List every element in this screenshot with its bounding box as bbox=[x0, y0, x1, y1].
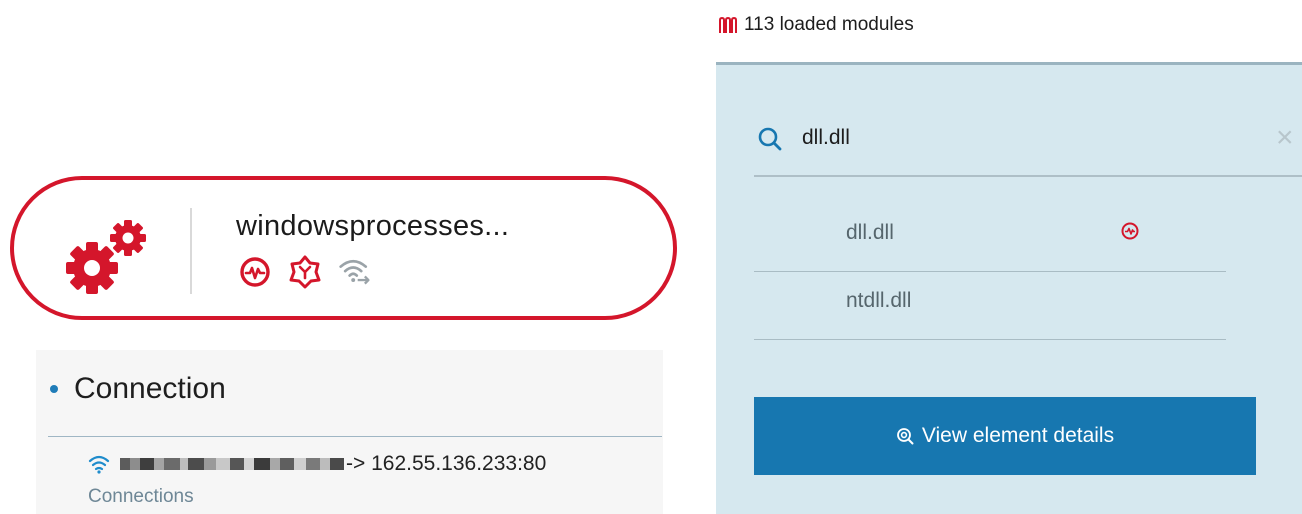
connection-heading: Connection bbox=[46, 372, 226, 406]
wifi-icon bbox=[88, 455, 110, 474]
process-card[interactable]: windowsprocesses... bbox=[10, 176, 677, 320]
module-list-item[interactable]: ntdll.dll bbox=[754, 271, 1226, 340]
activity-icon[interactable] bbox=[1120, 221, 1140, 241]
modules-icon bbox=[719, 16, 737, 33]
view-element-details-button[interactable]: View element details bbox=[754, 397, 1256, 475]
connection-row[interactable]: -> 162.55.136.233:80 bbox=[88, 452, 546, 476]
connection-title: Connection bbox=[74, 372, 226, 405]
bullet bbox=[50, 385, 58, 393]
module-search: × bbox=[754, 119, 1302, 159]
threat-shield-icon[interactable] bbox=[288, 255, 322, 289]
gears-icon bbox=[66, 220, 146, 294]
clear-search-icon[interactable]: × bbox=[1276, 123, 1294, 153]
modules-panel: × dll.dll ntdll.dll View element details bbox=[716, 62, 1302, 514]
view-element-details-label: View element details bbox=[921, 424, 1115, 447]
module-name: dll.dll bbox=[846, 221, 894, 244]
activity-icon[interactable] bbox=[238, 255, 272, 289]
loaded-modules-summary: 113 loaded modules bbox=[718, 14, 914, 36]
connection-destination: -> 162.55.136.233:80 bbox=[346, 452, 547, 475]
loaded-modules-count: 113 loaded modules bbox=[744, 14, 914, 35]
zoom-search-icon bbox=[896, 428, 914, 445]
module-list-item[interactable]: dll.dll bbox=[754, 203, 1226, 272]
search-underline bbox=[754, 175, 1302, 177]
divider bbox=[190, 208, 192, 294]
module-search-input[interactable] bbox=[802, 122, 1202, 154]
connections-link[interactable]: Connections bbox=[88, 486, 194, 508]
module-name: ntdll.dll bbox=[846, 289, 912, 312]
process-name[interactable]: windowsprocesses... bbox=[236, 210, 509, 243]
divider bbox=[48, 436, 662, 437]
process-badges bbox=[238, 252, 372, 292]
search-icon bbox=[758, 127, 782, 151]
connection-card: Connection -> 162.55.136.233:80 Connecti… bbox=[36, 350, 663, 514]
redacted-source-address bbox=[120, 458, 344, 470]
network-icon[interactable] bbox=[338, 255, 372, 289]
